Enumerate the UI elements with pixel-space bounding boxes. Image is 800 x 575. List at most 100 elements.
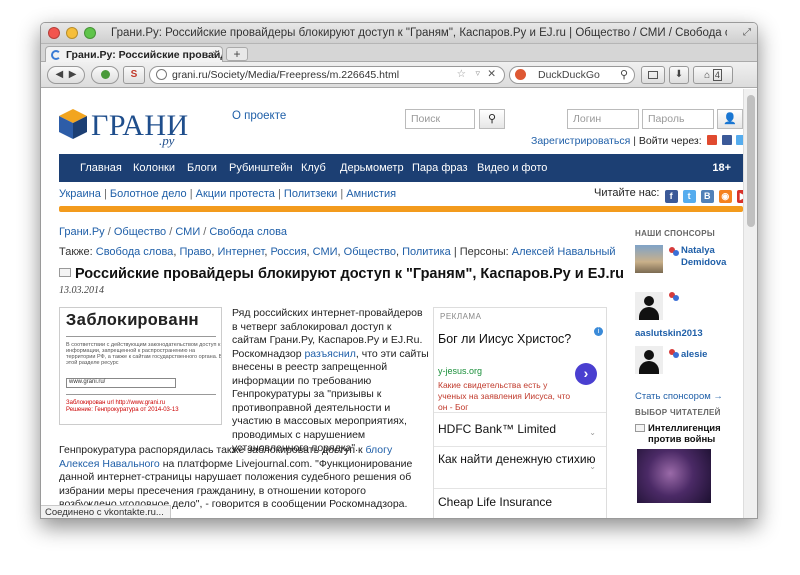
tag-link[interactable]: Интернет [218,246,265,258]
separator: / [203,226,207,238]
site-search-input[interactable]: Поиск [405,109,475,129]
new-tab-button[interactable]: + [226,47,248,61]
nav-item-rubinstein[interactable]: Рубинштейн [229,162,293,174]
vk-icon[interactable]: B [700,190,714,203]
divider [66,394,216,395]
topic-amnesty[interactable]: Амнистия [346,188,396,200]
ad-url[interactable]: y-jesus.org [438,366,482,376]
tag-link[interactable]: Право [179,246,211,258]
clear-url-icon[interactable]: ✕ [487,68,496,80]
sponsors-heading: НАШИ СПОНСОРЫ [635,229,715,238]
breadcrumb-media[interactable]: СМИ [175,226,200,238]
ad-arrow-button[interactable]: › [575,363,597,385]
breadcrumb-freedom[interactable]: Свобода слова [209,226,287,238]
nav-item-quotes[interactable]: Пара фраз [412,162,468,174]
ad-row-label[interactable]: HDFC Bank™ Limited [438,422,556,436]
site-logo[interactable]: ГРАНИ .ру [59,107,189,148]
nav-item-dermometr[interactable]: Дерьмометр [340,162,404,174]
password-field[interactable]: Пароль [642,109,714,129]
ad-info-icon[interactable]: i [594,327,603,336]
home-button[interactable]: ⌂ 4 [693,66,733,84]
tag-link[interactable]: СМИ [313,246,338,258]
sponsor-name[interactable]: alesie [681,349,707,360]
close-window-button[interactable] [48,27,60,39]
search-bar[interactable]: DuckDuckGo ⚲ [509,66,635,84]
nav-item-blogs[interactable]: Блоги [187,162,217,174]
sponsor-name[interactable]: Natalya Demidova [681,245,743,269]
tab-close-icon[interactable]: × [212,48,218,60]
login-button[interactable]: 👤 [717,109,743,129]
s-icon: S [130,69,138,80]
topic-protests[interactable]: Акции протеста [196,188,275,200]
ad-row-label[interactable]: Cheap Life Insurance [438,495,552,509]
lead-link[interactable]: разъяснил [304,348,355,360]
url-dropdown-icon[interactable]: ▿ [475,68,480,79]
ad-title[interactable]: Бог ли Иисус Христос? [438,332,578,347]
breadcrumb-grani[interactable]: Грани.Ру [59,226,105,238]
avatar[interactable] [635,346,663,374]
rss-icon[interactable]: ◉ [718,190,732,203]
headline-text: Российские провайдеры блокируют доступ к… [75,266,624,282]
person-silhouette-icon [644,350,654,360]
topic-political-prisoners[interactable]: Политзеки [284,188,337,200]
window-icon [648,71,658,79]
choice-title[interactable]: Интеллигенция против войны [648,423,744,445]
facebook-icon[interactable]: f [664,190,678,203]
login-field[interactable]: Логин [567,109,639,129]
back-forward-buttons[interactable]: ◀ ▶ [47,66,85,84]
bookmark-star-icon[interactable]: ☆ [457,68,466,80]
downloads-button[interactable]: ⬇ [669,66,689,84]
ad-row-label[interactable]: Как найти денежную стихию [438,452,596,466]
become-sponsor-link[interactable]: Стать спонсором → [635,391,723,402]
duckduckgo-icon[interactable] [515,69,526,80]
twitter-icon[interactable]: t [682,190,696,203]
tag-link[interactable]: Общество [344,246,396,258]
choice-image[interactable] [637,449,711,503]
avatar[interactable] [635,245,663,273]
url-text[interactable]: grani.ru/Society/Media/Freepress/m.22664… [172,69,399,81]
separator: / [107,226,111,238]
site-icon-button[interactable]: S [123,66,145,84]
vertical-scrollbar[interactable] [743,89,757,518]
register-link[interactable]: Зарегистрироваться [531,135,630,147]
topic-ukraine[interactable]: Украина [59,188,101,200]
image-blocked-title: Заблокированн [66,312,199,331]
topic-bolotnoe[interactable]: Болотное дело [110,188,187,200]
person-link[interactable]: Алексей Навальный [512,246,616,258]
addon-button[interactable] [91,66,119,84]
ad-row[interactable]: Как найти денежную стихию ⌄ [434,446,606,488]
tag-link[interactable]: Свобода слова [96,246,174,258]
blocked-page-image[interactable]: Заблокированн В соответствии с действующ… [59,307,222,425]
navigation-toolbar: ◀ ▶ S grani.ru/Society/Media/Freepress/m… [41,62,757,88]
avatar[interactable] [635,292,663,320]
site-search-button[interactable]: ⚲ [479,109,505,129]
nav-item-home[interactable]: Главная [80,162,122,174]
ad-row[interactable]: HDFC Bank™ Limited ⌄ [434,412,606,446]
age-rating-badge: 18+ [712,162,731,174]
forward-icon[interactable]: ▶ [69,69,77,80]
nav-item-video[interactable]: Видео и фото [477,162,547,174]
status-bar: Соединено с vkontakte.ru... [41,505,171,518]
facebook-login-icon[interactable] [721,135,732,145]
url-bar[interactable]: grani.ru/Society/Media/Freepress/m.22664… [149,66,505,84]
read-us-label: Читайте нас: [594,187,660,199]
sponsor-name[interactable]: aaslutskin2013 [635,328,703,339]
nav-item-columns[interactable]: Колонки [133,162,175,174]
tag-link[interactable]: Россия [270,246,306,258]
nav-item-club[interactable]: Клуб [301,162,326,174]
tag-link[interactable]: Политика [402,246,451,258]
article-date: 13.03.2014 [59,285,104,296]
fullscreen-icon[interactable]: ⤢ [743,27,751,38]
scrollbar-thumb[interactable] [747,95,755,227]
lj-login-icon[interactable] [706,135,717,145]
search-icon[interactable]: ⚲ [620,68,628,81]
accent-bar [59,206,743,212]
ad-row[interactable]: Cheap Life Insurance [434,488,606,518]
back-icon[interactable]: ◀ [56,69,64,80]
window-button[interactable] [641,66,665,84]
minimize-window-button[interactable] [66,27,78,39]
breadcrumb-society[interactable]: Общество [114,226,166,238]
about-link[interactable]: О проекте [232,110,286,122]
zoom-window-button[interactable] [84,27,96,39]
tab-grani[interactable]: Грани.Ру: Российские провайд... × [45,46,223,62]
